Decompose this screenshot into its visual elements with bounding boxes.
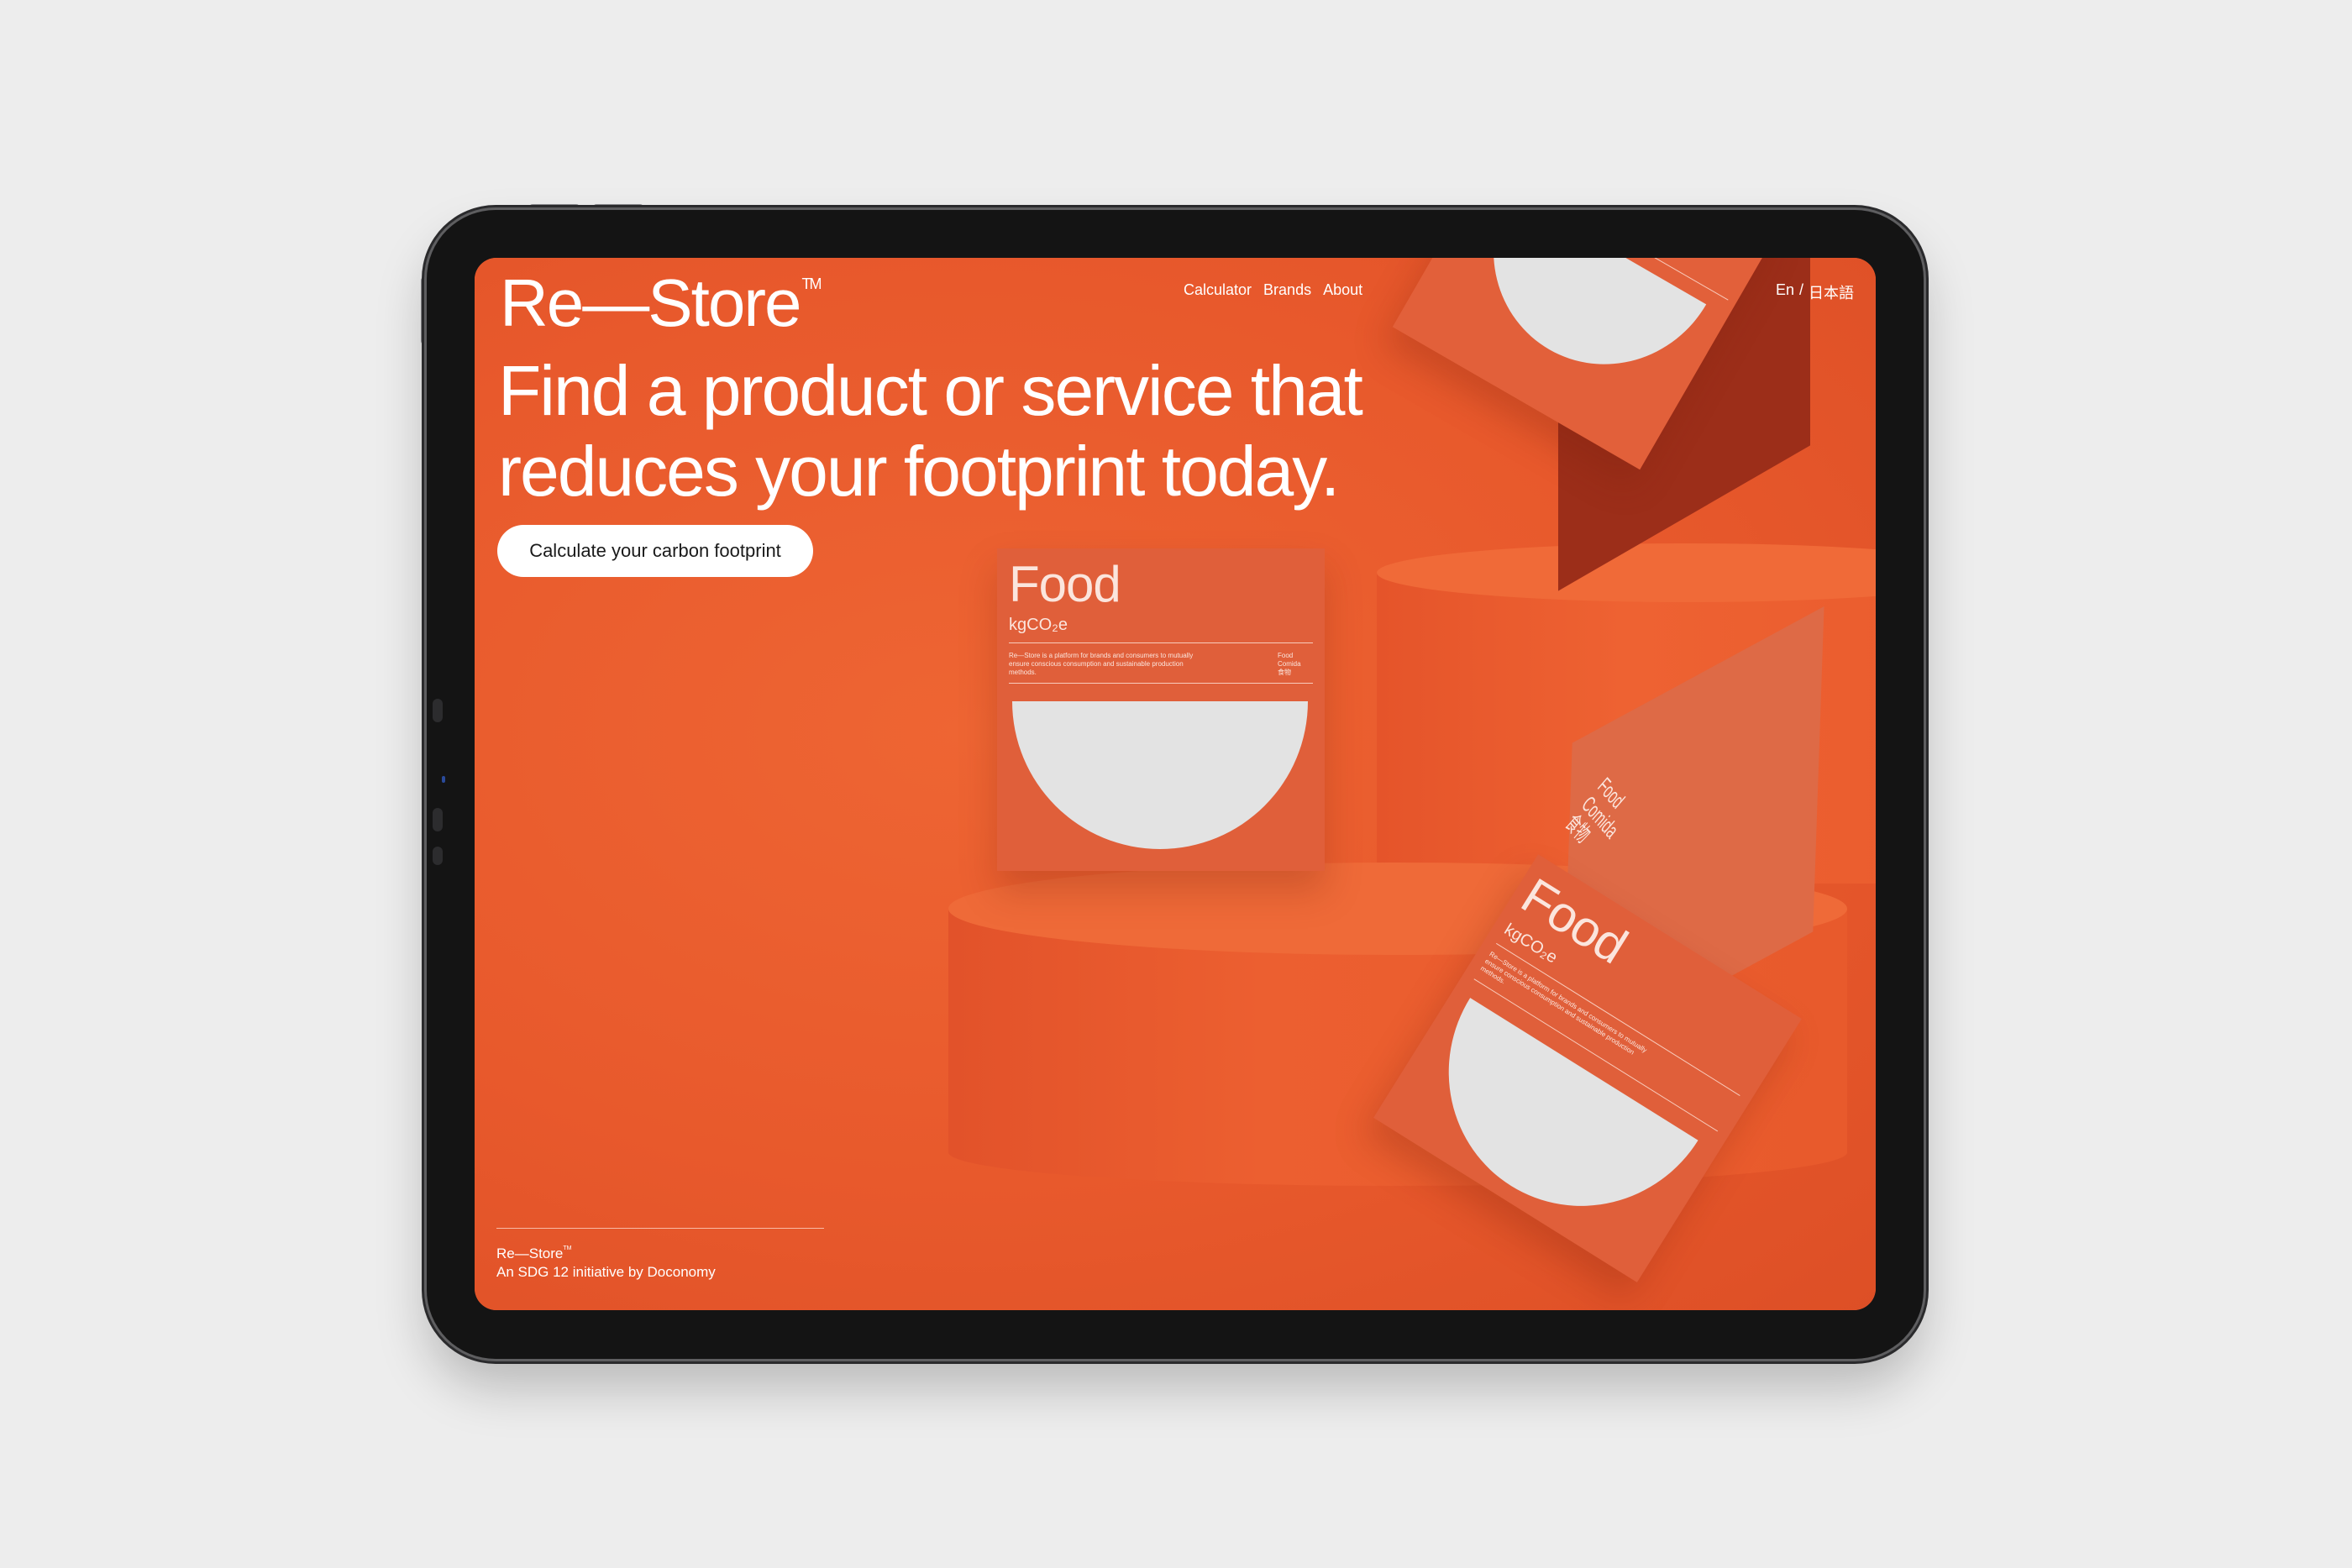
main-nav: Calculator Brands About [1184,281,1362,299]
lang-ja[interactable]: 日本語 [1809,281,1854,303]
hero-headline: Find a product or service that reduces y… [498,351,1363,511]
box-title: Food [1009,556,1121,612]
footer-logo: Re—StoreTM [496,1245,571,1262]
lang-separator: / [1798,281,1803,298]
pencil-magnet [433,808,443,831]
footer-logo-text: Re—Store [496,1245,564,1261]
box-unit: kgCO₂e [1009,616,1068,634]
pencil-magnet [433,699,443,722]
box-disc [1012,701,1308,849]
browser-screen: Food kgCO₂e Food kgCO₂e Re—Store is a pl… [475,258,1876,1310]
box-rule [1009,642,1313,643]
logo-text: Re—Store [500,265,801,340]
nav-brands[interactable]: Brands [1263,281,1311,299]
trademark-mark: TM [801,275,822,292]
lang-en[interactable]: En [1776,281,1794,303]
calculate-footprint-button[interactable]: Calculate your carbon footprint [497,525,813,577]
box-description: Re—Store is a platform for brands and co… [1009,652,1194,676]
camera-icon [442,776,445,783]
nav-calculator[interactable]: Calculator [1184,281,1252,299]
box-rule [1009,683,1313,684]
product-box-center: Food kgCO₂e Re—Store is a platform for b… [997,548,1325,871]
pencil-magnet [433,847,443,865]
nav-about[interactable]: About [1323,281,1362,299]
footer-tagline: An SDG 12 initiative by Doconomy [496,1264,716,1280]
box-side-labels: Food Comida 食物 [1561,773,1629,848]
language-switcher: En / 日本語 [1776,281,1854,303]
volume-up-button-hardware [529,204,580,210]
footer-divider [496,1228,824,1229]
box-side-labels: Food Comida 食物 [1278,652,1301,676]
site-logo[interactable]: Re—Store TM [500,270,822,337]
footer-trademark: TM [563,1245,572,1251]
power-button-hardware [421,277,427,344]
volume-down-button-hardware [593,204,643,210]
